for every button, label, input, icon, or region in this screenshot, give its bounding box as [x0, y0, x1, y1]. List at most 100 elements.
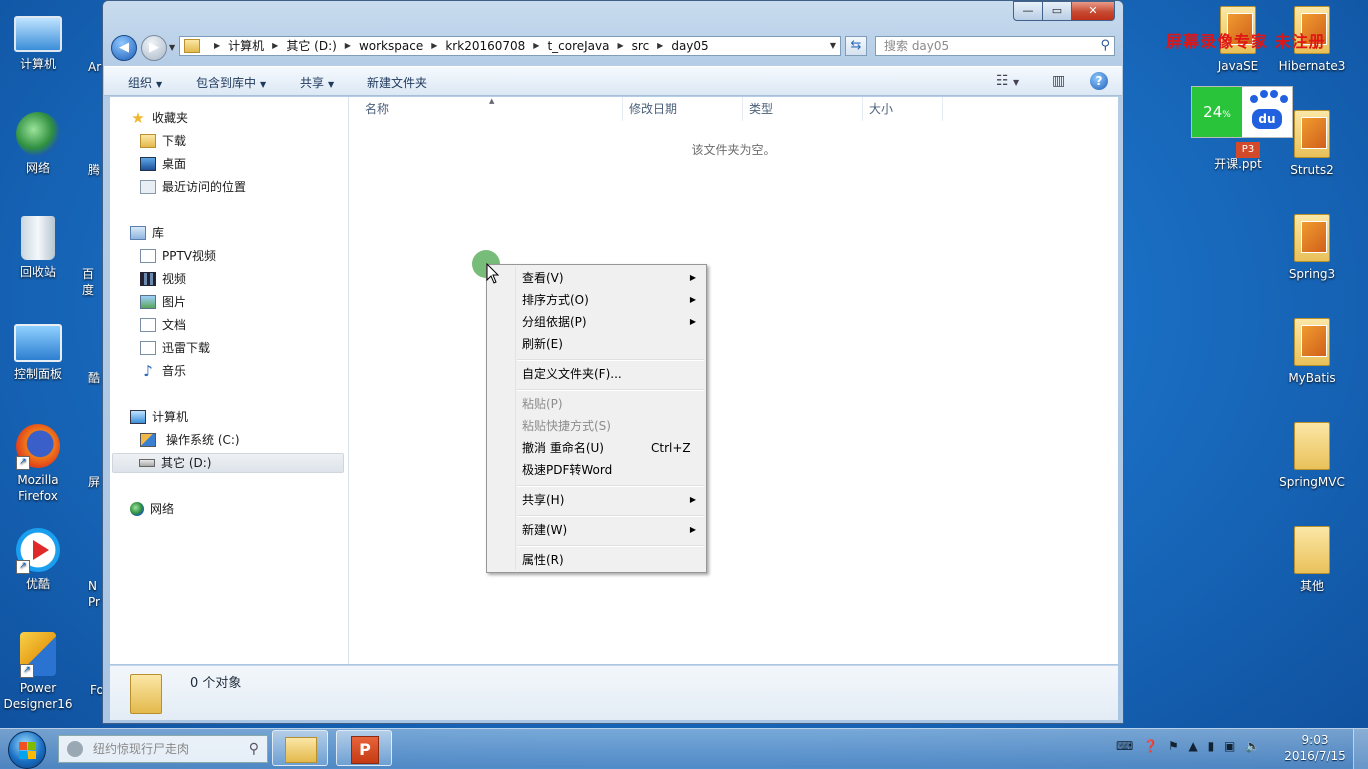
music-note-icon: ♪ [143, 362, 153, 380]
nav-downloads[interactable]: 下载 [140, 131, 186, 151]
search-input[interactable]: 搜索 day05 ⚲ [875, 36, 1115, 56]
computer-icon [14, 16, 62, 52]
desktop-folder-other[interactable]: 其他 [1274, 526, 1350, 594]
desktop-icon-firefox[interactable]: ↗ Mozilla Firefox [0, 424, 76, 504]
nav-library-pictures[interactable]: 图片 [140, 292, 186, 312]
address-bar[interactable]: ▶ 计算机 ▶ 其它 (D:) ▶ workspace ▶ krk2016070… [179, 36, 841, 56]
nav-network[interactable]: 网络 [130, 499, 174, 519]
library-icon [130, 226, 146, 240]
taskbar-search-input[interactable]: 纽约惊现行尸走肉 ⚲ [58, 735, 268, 763]
desktop-icon-computer[interactable]: 计算机 [0, 10, 76, 72]
youku-icon: ↗ [16, 528, 60, 574]
preview-pane-button[interactable]: ▥ [1052, 73, 1065, 89]
close-button[interactable]: ✕ [1071, 1, 1115, 21]
nav-libraries[interactable]: 库 [130, 223, 164, 243]
show-desktop-button[interactable] [1353, 729, 1368, 769]
nav-library-documents[interactable]: 文档 [140, 315, 186, 335]
breadcrumb-segment[interactable]: src [632, 37, 650, 55]
include-in-library-menu[interactable]: 包含到库中 ▼ [196, 74, 266, 91]
desktop-icon-control-panel[interactable]: 控制面板 [0, 320, 76, 382]
caption-buttons: — ▭ ✕ [1013, 1, 1115, 21]
submenu-arrow-icon: ▶ [689, 495, 696, 504]
maximize-button[interactable]: ▭ [1042, 1, 1072, 21]
desktop-folder-springmvc[interactable]: SpringMVC [1274, 422, 1350, 490]
desktop-folder-mybatis[interactable]: MyBatis [1274, 318, 1350, 386]
desktop-icon-partial[interactable]: 百度 [82, 266, 102, 298]
shortcut-arrow-icon: ↗ [16, 456, 30, 470]
desktop-icon-network[interactable]: 网络 [0, 112, 76, 176]
forward-button[interactable]: ▶ [141, 35, 167, 61]
folder-icon [184, 39, 200, 53]
submenu-arrow-icon: ▶ [689, 295, 696, 304]
nav-recent-places[interactable]: 最近访问的位置 [140, 177, 246, 197]
desktop-icon-recycle-bin[interactable]: 回收站 [0, 216, 76, 280]
taskbar-explorer-button[interactable] [272, 730, 328, 766]
details-pane: 0 个对象 [110, 665, 1118, 720]
desktop-icon-youku[interactable]: ↗ 优酷 [0, 528, 76, 592]
network-icon [16, 112, 60, 156]
column-header-type[interactable]: 类型 [743, 97, 863, 121]
start-button[interactable] [8, 731, 46, 769]
recycle-bin-icon [21, 216, 55, 260]
minimize-button[interactable]: — [1013, 1, 1043, 21]
nav-drive-c[interactable]: 操作系统 (C:) [140, 430, 240, 450]
device-icon[interactable]: ▮ [1208, 739, 1215, 753]
nav-computer[interactable]: 计算机 [130, 407, 188, 427]
nav-library-pptv[interactable]: PPTV视频 [140, 246, 216, 266]
volume-icon[interactable]: 🔈 [1245, 739, 1260, 753]
menu-item-share[interactable]: 共享(H) ▶ [489, 489, 704, 511]
ppt-file-icon: P3 [1236, 142, 1260, 158]
clock[interactable]: 9:03 2016/7/15 [1280, 732, 1350, 764]
desktop-icon-label: 优酷 [25, 577, 50, 591]
file-list[interactable]: 名称 ▲ 修改日期 类型 大小 该文件夹为空。 [349, 97, 1118, 664]
menu-item-properties[interactable]: 属性(R) [489, 549, 704, 571]
column-header-date[interactable]: 修改日期 [623, 97, 743, 121]
breadcrumb-segment[interactable]: day05 [671, 37, 708, 55]
star-icon: ★ [131, 109, 145, 127]
menu-item-customize-folder[interactable]: 自定义文件夹(F)... [489, 363, 704, 385]
menu-item-view[interactable]: 查看(V) ▶ [489, 267, 704, 289]
taskbar-powerpoint-button[interactable]: P [336, 730, 392, 766]
menu-item-group-by[interactable]: 分组依据(P) ▶ [489, 311, 704, 333]
refresh-button[interactable]: ⇆ [845, 36, 867, 56]
desktop-folder-spring3[interactable]: Spring3 [1274, 214, 1350, 282]
menu-item-new[interactable]: 新建(W) ▶ [489, 519, 704, 541]
desktop-icon-label: Mozilla Firefox [17, 473, 59, 503]
show-hidden-icons-icon[interactable]: ▲ [1189, 739, 1198, 753]
breadcrumb-segment[interactable]: t_coreJava [547, 37, 609, 55]
menu-item-sort-by[interactable]: 排序方式(O) ▶ [489, 289, 704, 311]
flag-icon[interactable]: ⚑ [1168, 739, 1179, 753]
nav-library-videos[interactable]: 视频 [140, 269, 186, 289]
shortcut-arrow-icon: ↗ [20, 664, 34, 678]
menu-item-pdf-to-word[interactable]: 极速PDF转Word [489, 459, 704, 481]
desktop-icon-powerdesigner[interactable]: ↗ Power Designer16 [0, 632, 76, 712]
help-tray-icon[interactable]: ❓ [1143, 739, 1158, 753]
shortcut-arrow-icon: ↗ [16, 560, 30, 574]
baidu-widget[interactable]: 24% du [1191, 86, 1293, 138]
breadcrumb-segment[interactable]: workspace [359, 37, 423, 55]
nav-library-music[interactable]: ♪ 音乐 [140, 361, 186, 381]
nav-library-xunlei[interactable]: 迅雷下载 [140, 338, 210, 358]
nav-drive-d[interactable]: 其它 (D:) [112, 453, 344, 473]
breadcrumb-segment[interactable]: krk20160708 [445, 37, 525, 55]
menu-item-refresh[interactable]: 刷新(E) [489, 333, 704, 355]
address-history-dropdown[interactable]: ▼ [830, 37, 836, 55]
breadcrumb-segment[interactable]: 计算机 [228, 37, 264, 55]
recent-pages-dropdown[interactable]: ▼ [169, 43, 175, 52]
back-button[interactable]: ◀ [111, 35, 137, 61]
new-folder-button[interactable]: 新建文件夹 [367, 74, 427, 91]
desktop-icon-label: 计算机 [19, 57, 56, 71]
organize-menu[interactable]: 组织 ▼ [128, 74, 162, 91]
nav-favorites[interactable]: ★ 收藏夹 [130, 108, 188, 128]
network-tray-icon[interactable]: ▣ [1224, 739, 1235, 753]
nav-desktop[interactable]: 桌面 [140, 154, 186, 174]
change-view-button[interactable]: ☷ ▼ [996, 73, 1019, 89]
breadcrumb-segment[interactable]: 其它 (D:) [286, 37, 336, 55]
system-drive-icon [140, 433, 156, 447]
menu-item-undo-rename[interactable]: 撤消 重命名(U) Ctrl+Z [489, 437, 704, 459]
keyboard-icon[interactable]: ⌨ [1116, 739, 1133, 753]
sort-ascending-icon: ▲ [489, 97, 495, 105]
column-header-size[interactable]: 大小 [863, 97, 943, 121]
share-menu[interactable]: 共享 ▼ [300, 74, 334, 91]
help-icon[interactable]: ? [1090, 72, 1108, 90]
